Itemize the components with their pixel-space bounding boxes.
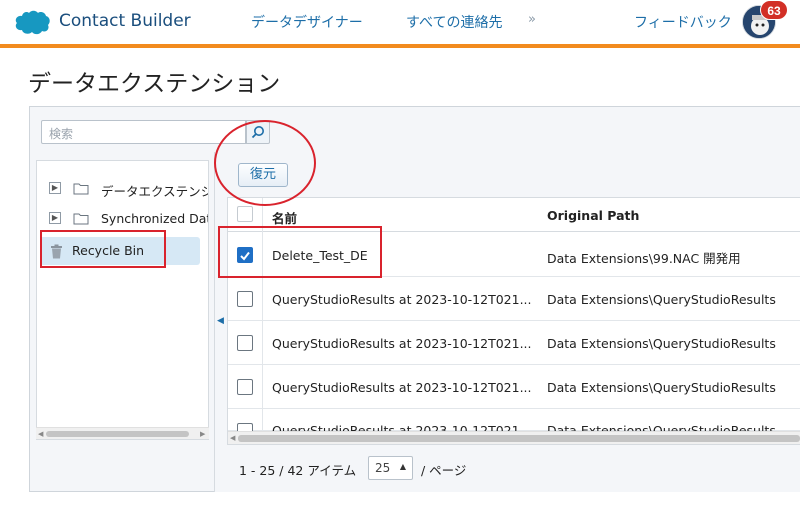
scrollbar-thumb[interactable]	[46, 431, 189, 437]
scroll-right-icon[interactable]: ▶	[200, 428, 205, 440]
tree-item-synchronized-data[interactable]: ▶ Synchronized Data Extensions	[37, 207, 208, 231]
expand-icon[interactable]: ▶	[49, 212, 61, 224]
tree-item-label: データエクステンション	[101, 184, 208, 199]
row-path: Data Extensions\99.NAC 開発用	[547, 251, 741, 266]
row-path: Data Extensions\QueryStudioResults	[547, 380, 776, 395]
grid-horizontal-scrollbar[interactable]: ◀	[228, 431, 800, 444]
app-title[interactable]: Contact Builder	[59, 11, 191, 31]
column-header-name[interactable]: 名前	[272, 208, 297, 227]
notification-badge[interactable]: 63	[760, 0, 788, 20]
panel-splitter[interactable]: ◀	[214, 152, 227, 492]
folder-tree: ▶ データエクステンション ▶ Synchronized Data Extens…	[36, 160, 209, 440]
top-header: Contact Builder データデザイナー すべての連絡先 » フィードバ…	[0, 0, 800, 44]
row-path: Data Extensions\QueryStudioResults	[547, 424, 776, 431]
page-title: データエクステンション	[28, 71, 281, 97]
tree-horizontal-scrollbar[interactable]: ◀ ▶	[36, 427, 209, 439]
scroll-left-icon[interactable]: ◀	[38, 428, 43, 440]
row-checkbox[interactable]	[237, 335, 253, 351]
annotation-rect	[218, 226, 382, 278]
row-name[interactable]: QueryStudioResults at 2023-10-12T021...	[272, 380, 532, 395]
collapse-left-icon[interactable]: ◀	[217, 316, 224, 326]
caret-up-icon: ▲	[399, 462, 406, 471]
select-all-checkbox[interactable]	[237, 206, 253, 222]
nav-data-designer[interactable]: データデザイナー	[251, 12, 363, 32]
row-path: Data Extensions\QueryStudioResults	[547, 292, 776, 307]
search-input[interactable]: 検索	[41, 120, 246, 144]
row-name[interactable]: QueryStudioResults at 2023-10-12T021...	[272, 292, 532, 307]
column-header-original-path[interactable]: Original Path	[547, 208, 639, 223]
expand-icon[interactable]: ▶	[49, 182, 61, 194]
tree-item-label: Synchronized Data Extensions	[101, 211, 208, 226]
tree-item-data-extensions[interactable]: ▶ データエクステンション	[37, 177, 208, 201]
row-checkbox[interactable]	[237, 291, 253, 307]
header-accent-bar	[0, 44, 800, 48]
row-checkbox[interactable]	[237, 423, 253, 431]
annotation-rect	[40, 230, 166, 268]
row-name[interactable]: QueryStudioResults at 2023-10-12T021...	[272, 336, 532, 351]
nav-all-contacts[interactable]: すべての連絡先	[406, 12, 502, 32]
page-size-select[interactable]: 25 ▲	[368, 456, 413, 480]
row-checkbox[interactable]	[237, 379, 253, 395]
folder-icon	[73, 213, 89, 225]
nav-more-chevron-icon[interactable]: »	[528, 12, 536, 27]
annotation-circle	[214, 120, 316, 206]
salesforce-logo-icon[interactable]	[13, 9, 51, 35]
page-size-value: 25	[375, 461, 391, 475]
per-page-label: / ページ	[421, 463, 467, 478]
feedback-link[interactable]: フィードバック	[634, 12, 732, 32]
scrollbar-thumb[interactable]	[238, 435, 800, 442]
pager-range: 1 - 25 / 42 アイテム	[239, 463, 357, 478]
row-name[interactable]: QueryStudioResults at 2023-10-12T021...	[272, 424, 532, 431]
folder-icon	[73, 183, 89, 195]
row-path: Data Extensions\QueryStudioResults	[547, 336, 776, 351]
